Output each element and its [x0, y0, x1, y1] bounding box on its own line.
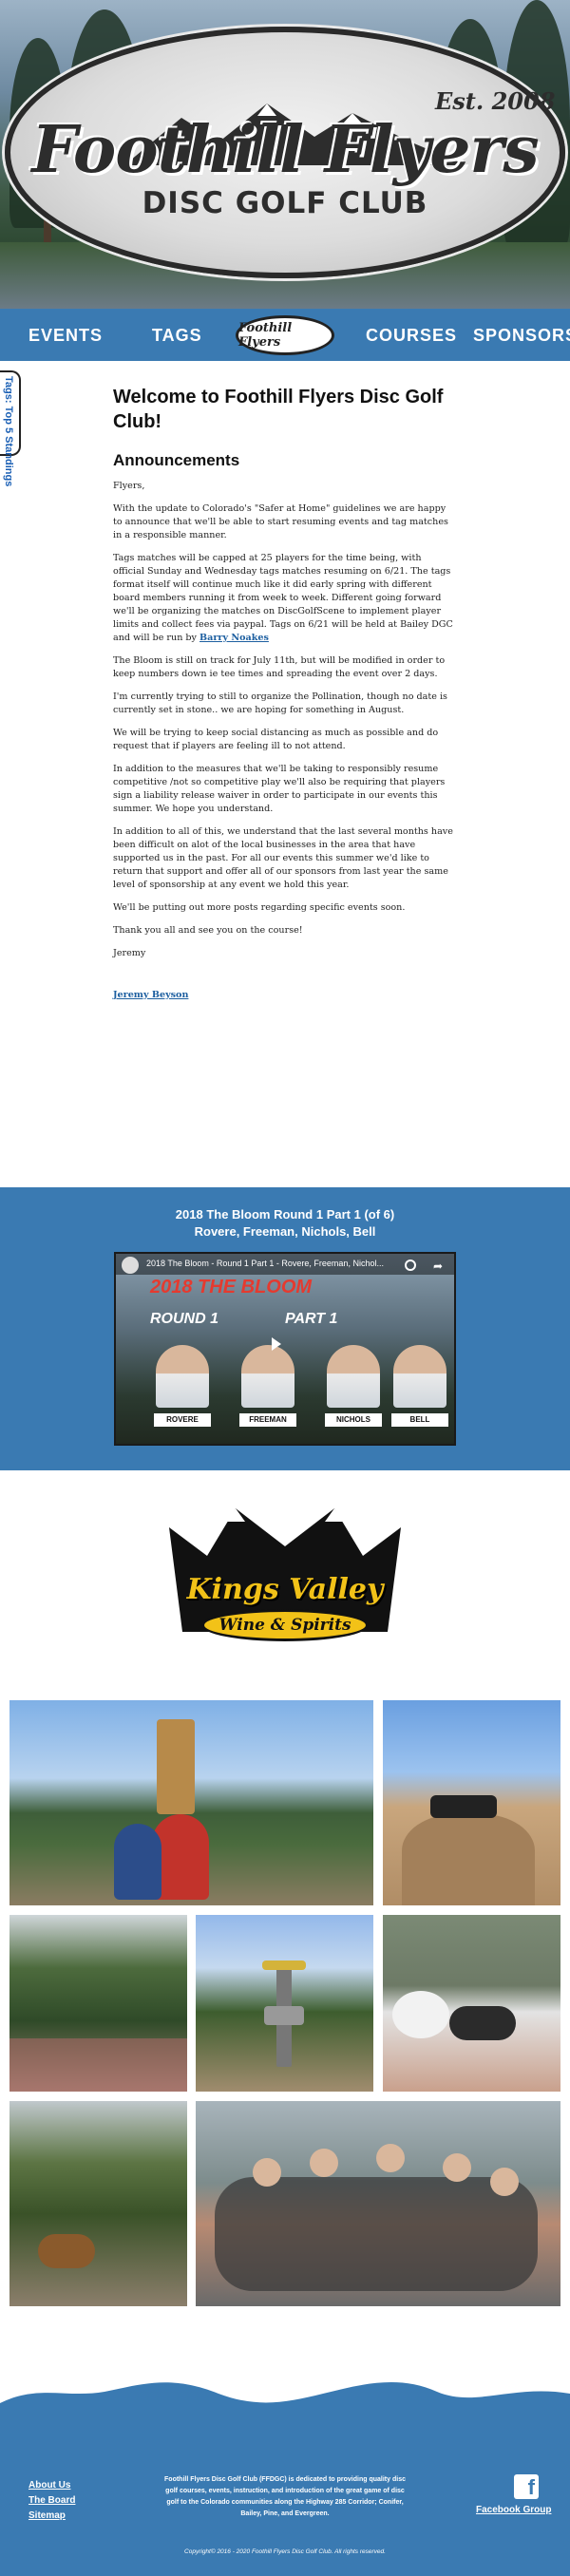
- paragraph: In addition to all of this, we understan…: [113, 826, 453, 890]
- closing: Jeremy: [113, 948, 146, 958]
- logo-subtitle: DISC GOLF CLUB: [142, 186, 428, 220]
- tags-standings-tab[interactable]: Tags: Top 5 Standings: [0, 370, 21, 486]
- nav-tags[interactable]: TAGS: [152, 326, 202, 346]
- video-overlay-title: 2018 THE BLOOM: [150, 1277, 313, 1297]
- player-photo: [241, 1345, 294, 1408]
- gallery-photo[interactable]: [196, 2101, 560, 2306]
- logo-title: Foothill Flyers: [31, 112, 539, 188]
- footer-link-board[interactable]: The Board: [28, 2493, 75, 2509]
- logo-established: Est. 2008: [435, 87, 556, 115]
- gallery-photo[interactable]: [196, 1915, 373, 2092]
- greeting: Flyers,: [113, 481, 145, 491]
- player-name: FREEMAN: [239, 1413, 296, 1427]
- sponsor-logo[interactable]: Kings Valley Wine & Spirits: [160, 1489, 410, 1651]
- paragraph: The Bloom is still on track for July 11t…: [113, 655, 446, 679]
- player-name: NICHOLS: [325, 1413, 382, 1427]
- page-title: Welcome to Foothill Flyers Disc Golf Clu…: [113, 387, 444, 432]
- player-name: ROVERE: [154, 1413, 211, 1427]
- youtube-embed[interactable]: 2018 The Bloom - Round 1 Part 1 - Rovere…: [114, 1252, 456, 1446]
- nav-home-logo[interactable]: Foothill Flyers: [236, 315, 334, 355]
- video-topbar: 2018 The Bloom - Round 1 Part 1 - Rovere…: [116, 1254, 454, 1275]
- barry-noakes-link[interactable]: Barry Noakes: [200, 633, 269, 643]
- tags-standings-label: Tags: Top 5 Standings: [3, 376, 14, 487]
- player-name: BELL: [391, 1413, 448, 1427]
- video-part: PART 1: [285, 1311, 338, 1327]
- footer-about-text: Foothill Flyers Disc Golf Club (FFDGC) i…: [164, 2476, 406, 2517]
- video-title[interactable]: 2018 The Bloom - Round 1 Part 1 - Rovere…: [146, 1259, 384, 1268]
- facebook-icon[interactable]: f: [514, 2474, 539, 2499]
- hero-banner: Est. 2008 Foothill Flyers DISC GOLF CLUB: [0, 0, 570, 309]
- footer-links: About Us The Board Sitemap: [28, 2478, 75, 2524]
- footer-wave-divider: [0, 2382, 570, 2422]
- announcement-article: Welcome to Foothill Flyers Disc Golf Clu…: [113, 385, 455, 1002]
- watch-later-icon[interactable]: [405, 1260, 416, 1271]
- player-photo: [156, 1345, 209, 1408]
- facebook-group-link[interactable]: Facebook Group: [476, 2505, 551, 2515]
- gallery-photo[interactable]: [383, 1700, 560, 1905]
- copyright: Copyright© 2016 - 2020 Foothill Flyers D…: [184, 2548, 386, 2555]
- gallery-photo[interactable]: [10, 1915, 187, 2092]
- video-round: ROUND 1: [150, 1311, 219, 1327]
- video-heading-line1: 2018 The Bloom Round 1 Part 1 (of 6): [175, 1207, 395, 1222]
- player-photo: [393, 1345, 446, 1408]
- sponsor-name: Kings Valley: [186, 1573, 384, 1606]
- video-heading-line2: Rovere, Freeman, Nichols, Bell: [194, 1224, 376, 1239]
- paragraph: We'll be putting out more posts regardin…: [113, 902, 406, 913]
- paragraph: I'm currently trying to still to organiz…: [113, 691, 447, 715]
- video-heading: 2018 The Bloom Round 1 Part 1 (of 6) Rov…: [0, 1206, 570, 1241]
- gallery-photo[interactable]: [383, 1915, 560, 2092]
- paragraph-text: Tags matches will be capped at 25 player…: [113, 553, 453, 643]
- share-icon[interactable]: ➦: [433, 1260, 443, 1273]
- nav-courses[interactable]: COURSES: [366, 326, 457, 346]
- nav-sponsors[interactable]: SPONSORS: [473, 326, 570, 346]
- nav-events[interactable]: EVENTS: [28, 326, 103, 346]
- site-footer: About Us The Board Sitemap Foothill Flye…: [0, 2417, 570, 2576]
- sponsor-tagline: Wine & Spirits: [201, 1609, 369, 1641]
- paragraph: Tags matches will be capped at 25 player…: [113, 552, 455, 645]
- author-link[interactable]: Jeremy Beyson: [113, 990, 188, 1000]
- nav-logo-text: Foothill Flyers: [238, 321, 293, 350]
- channel-avatar[interactable]: [122, 1257, 139, 1274]
- paragraph: Thank you all and see you on the course!: [113, 925, 303, 936]
- footer-link-sitemap[interactable]: Sitemap: [28, 2509, 75, 2524]
- play-icon[interactable]: [272, 1337, 281, 1351]
- player-photo: [327, 1345, 380, 1408]
- footer-link-about[interactable]: About Us: [28, 2478, 75, 2493]
- paragraph: With the update to Colorado's "Safer at …: [113, 503, 448, 540]
- gallery-photo[interactable]: [10, 2101, 187, 2306]
- video-section: 2018 The Bloom Round 1 Part 1 (of 6) Rov…: [0, 1187, 570, 1470]
- main-nav: EVENTS TAGS Foothill Flyers COURSES SPON…: [0, 309, 570, 361]
- paragraph: We will be trying to keep social distanc…: [113, 728, 439, 751]
- section-heading: Announcements: [113, 451, 240, 469]
- paragraph: In addition to the measures that we'll b…: [113, 764, 446, 814]
- gallery-photo[interactable]: [10, 1700, 373, 1905]
